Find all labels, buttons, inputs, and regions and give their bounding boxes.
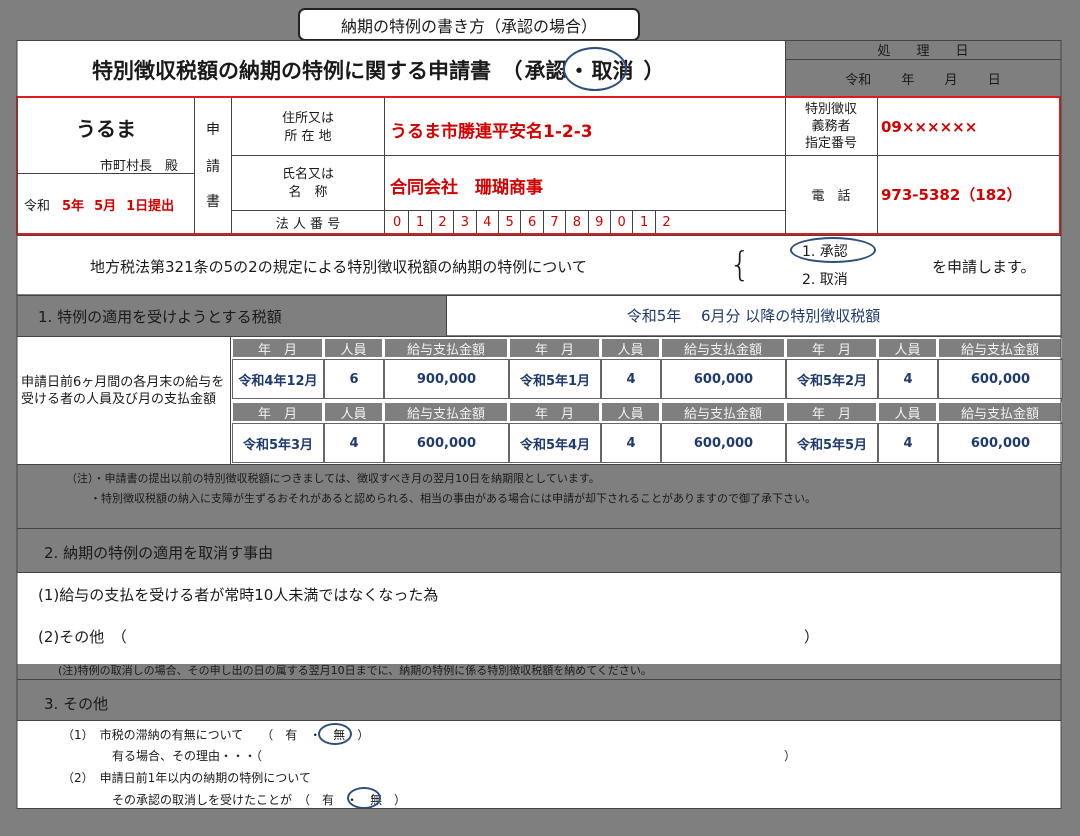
form-grid-lines: [16, 40, 1062, 809]
